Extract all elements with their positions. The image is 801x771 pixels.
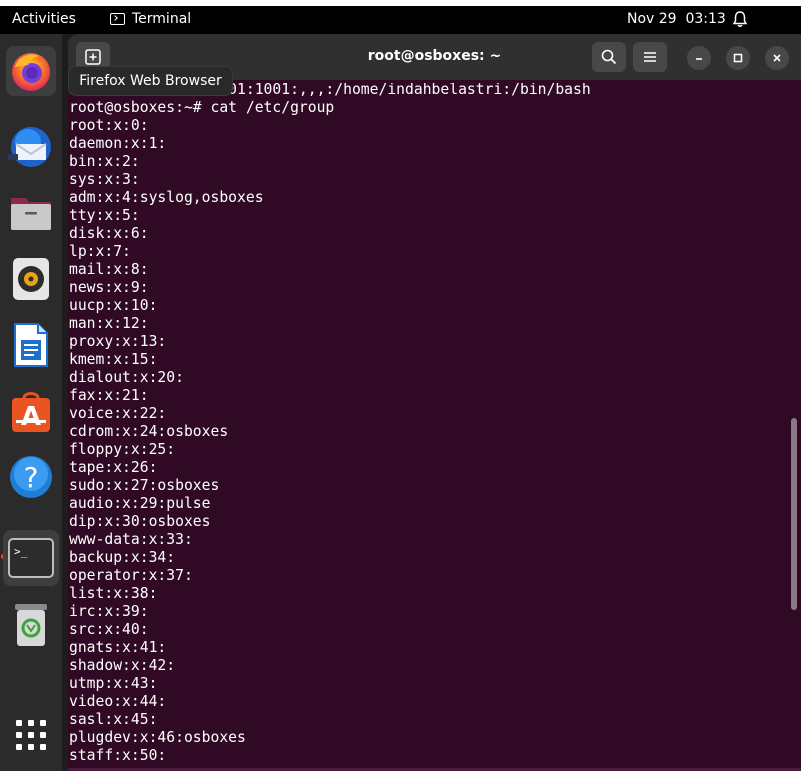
terminal-line: floppy:x:25: — [69, 441, 176, 458]
terminal-line: root:x:0: — [69, 117, 149, 134]
terminal-line: gnats:x:41: — [69, 639, 167, 656]
app-grid-icon — [16, 720, 46, 750]
terminal-line: dialout:x:20: — [69, 369, 184, 386]
writer-icon — [14, 323, 48, 367]
terminal-line: daemon:x:1: — [69, 135, 167, 152]
terminal-line: news:x:9: — [69, 279, 149, 296]
terminal-line: tape:x:26: — [69, 459, 158, 476]
dock-item-thunderbird[interactable] — [6, 122, 56, 172]
dock-item-rhythmbox[interactable] — [6, 254, 56, 304]
app-menu-label: Terminal — [132, 11, 192, 27]
terminal-line: sudo:x:27:osboxes — [69, 477, 220, 494]
terminal-line: backup:x:34: — [69, 549, 176, 566]
firefox-icon — [12, 53, 50, 91]
terminal-line: cdrom:x:24:osboxes — [69, 423, 229, 440]
terminal-line: dip:x:30:osboxes — [69, 513, 211, 530]
clock[interactable]: Nov 29 03:13 — [627, 11, 726, 27]
terminal-line: src:x:40: — [69, 621, 149, 638]
terminal-line: proxy:x:13: — [69, 333, 167, 350]
svg-text:?: ? — [24, 461, 39, 494]
terminal-output[interactable]: indahbelastri:x:1001:1001:,,,:/home/inda… — [69, 83, 789, 771]
terminal-small-icon — [110, 13, 125, 25]
dock-item-show-apps[interactable] — [6, 710, 56, 760]
terminal-line: list:x:38: — [69, 585, 158, 602]
help-icon: ? — [10, 456, 52, 498]
bell-icon[interactable] — [732, 10, 748, 28]
terminal-line: kmem:x:15: — [69, 351, 158, 368]
dock: A ? >_ — [0, 34, 62, 771]
terminal-line: shadow:x:42: — [69, 657, 176, 674]
trash-icon — [15, 604, 47, 646]
terminal-line: tty:x:5: — [69, 207, 140, 224]
dock-item-trash[interactable] — [6, 600, 56, 650]
dock-item-software[interactable]: A — [6, 386, 56, 436]
app-menu-terminal[interactable]: Terminal — [110, 11, 191, 27]
minimize-button[interactable] — [687, 46, 711, 70]
menu-button[interactable] — [633, 42, 667, 72]
dock-item-help[interactable]: ? — [6, 452, 56, 502]
dock-item-writer[interactable] — [6, 320, 56, 370]
terminal-line: operator:x:37: — [69, 567, 193, 584]
hamburger-menu-icon — [644, 52, 656, 62]
terminal-line: mail:x:8: — [69, 261, 149, 278]
search-icon — [601, 49, 617, 65]
terminal-prompt-line: root@osboxes:~# cat /etc/group — [69, 99, 335, 116]
terminal-icon: >_ — [8, 538, 54, 578]
rhythmbox-icon — [13, 258, 49, 300]
terminal-line: www-data:x:33: — [69, 531, 193, 548]
terminal-line: lp:x:7: — [69, 243, 131, 260]
maximize-icon — [733, 53, 743, 63]
svg-text:>_: >_ — [14, 545, 28, 558]
dock-item-terminal[interactable]: >_ — [3, 530, 59, 586]
minimize-icon — [696, 58, 702, 60]
terminal-line: voice:x:22: — [69, 405, 167, 422]
dock-tooltip: Firefox Web Browser — [68, 66, 233, 96]
terminal-line: sasl:x:45: — [69, 711, 158, 728]
terminal-line: plugdev:x:46:osboxes — [69, 729, 246, 746]
terminal-line: fax:x:21: — [69, 387, 149, 404]
terminal-line: audio:x:29:pulse — [69, 495, 211, 512]
terminal-window: root@osboxes: ~ indahbelastri:x:1001:100… — [68, 34, 801, 771]
maximize-button[interactable] — [726, 46, 750, 70]
terminal-line: disk:x:6: — [69, 225, 149, 242]
dock-item-files[interactable] — [6, 188, 56, 238]
terminal-line: uucp:x:10: — [69, 297, 158, 314]
search-button[interactable] — [592, 42, 626, 72]
close-button[interactable] — [765, 46, 789, 70]
terminal-line: utmp:x:43: — [69, 675, 158, 692]
terminal-scrollbar[interactable] — [791, 418, 797, 610]
terminal-line: man:x:12: — [69, 315, 149, 332]
activities-button[interactable]: Activities — [12, 11, 76, 27]
terminal-line: adm:x:4:syslog,osboxes — [69, 189, 264, 206]
terminal-line: irc:x:39: — [69, 603, 149, 620]
terminal-line: staff:x:50: — [69, 747, 167, 764]
thunderbird-icon — [8, 127, 51, 167]
files-icon — [11, 198, 51, 230]
terminal-line: video:x:44: — [69, 693, 167, 710]
terminal-line: sys:x:3: — [69, 171, 140, 188]
dock-item-firefox[interactable] — [6, 46, 56, 96]
top-bar: Activities Terminal Nov 29 03:13 — [0, 6, 801, 34]
close-icon — [773, 54, 781, 62]
terminal-line: bin:x:2: — [69, 153, 140, 170]
svg-text:A: A — [21, 402, 41, 432]
software-icon: A — [12, 392, 50, 432]
